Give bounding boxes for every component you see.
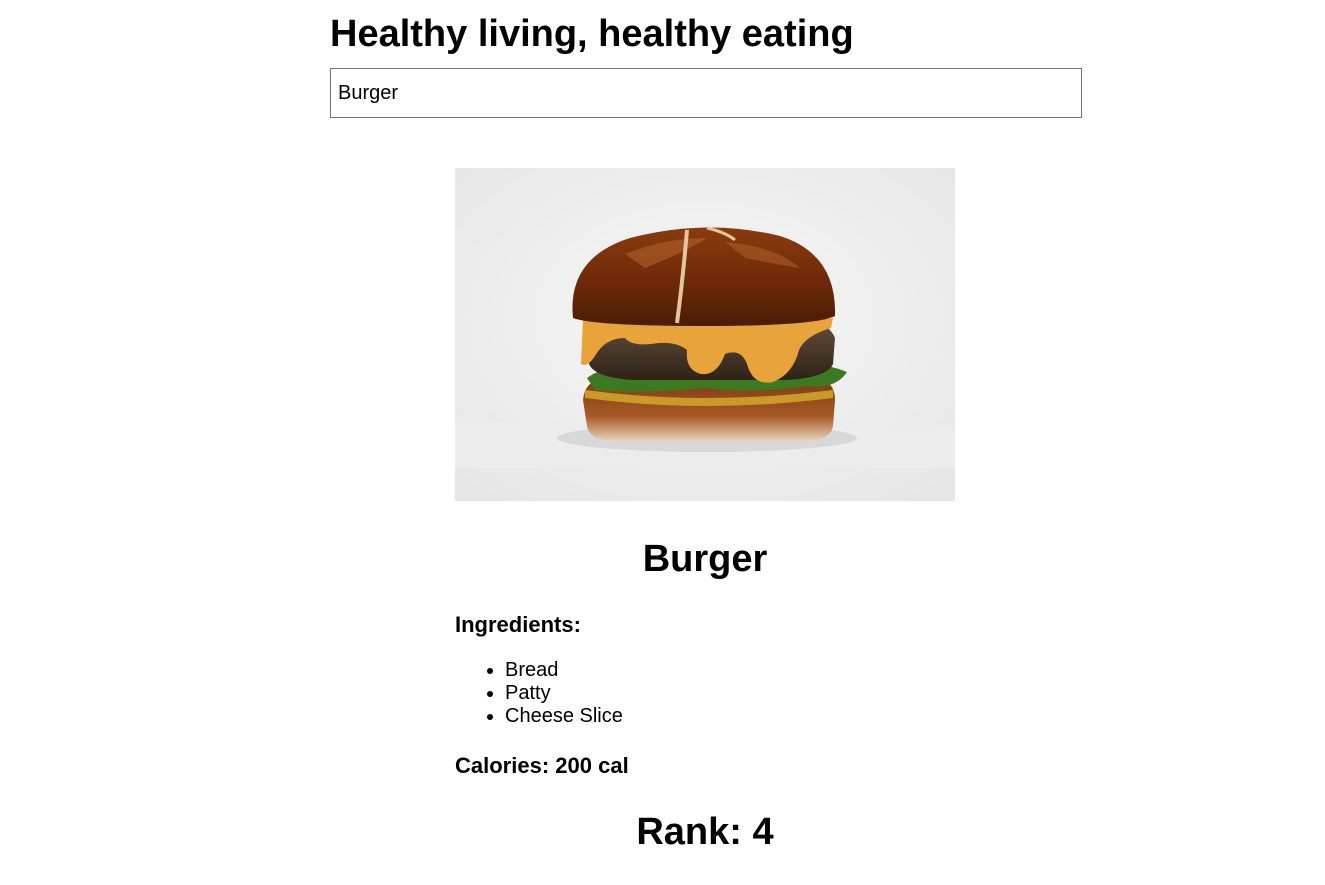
ingredient-item: Cheese Slice <box>505 705 955 728</box>
ingredient-item: Bread <box>505 659 955 682</box>
calories-value: 200 cal <box>555 753 629 778</box>
food-card: Burger Ingredients: Bread Patty Cheese S… <box>455 168 955 854</box>
burger-image <box>455 168 955 501</box>
ingredients-heading: Ingredients: <box>455 612 581 637</box>
search-input[interactable] <box>330 68 1082 118</box>
food-name: Burger <box>642 538 768 580</box>
calories-label: Calories: <box>455 753 550 778</box>
rank: Rank: 4 <box>455 810 955 854</box>
ingredient-item: Patty <box>505 682 955 705</box>
page: Healthy living, healthy eating Burger Bu… <box>0 0 1325 885</box>
site-title: Healthy living, healthy eating <box>330 13 854 55</box>
ingredients-list: Bread Patty Cheese Slice <box>455 659 955 728</box>
rank-label: Rank: <box>636 811 742 853</box>
calories: Calories: 200 cal <box>455 752 955 780</box>
rank-value: 4 <box>752 811 774 853</box>
